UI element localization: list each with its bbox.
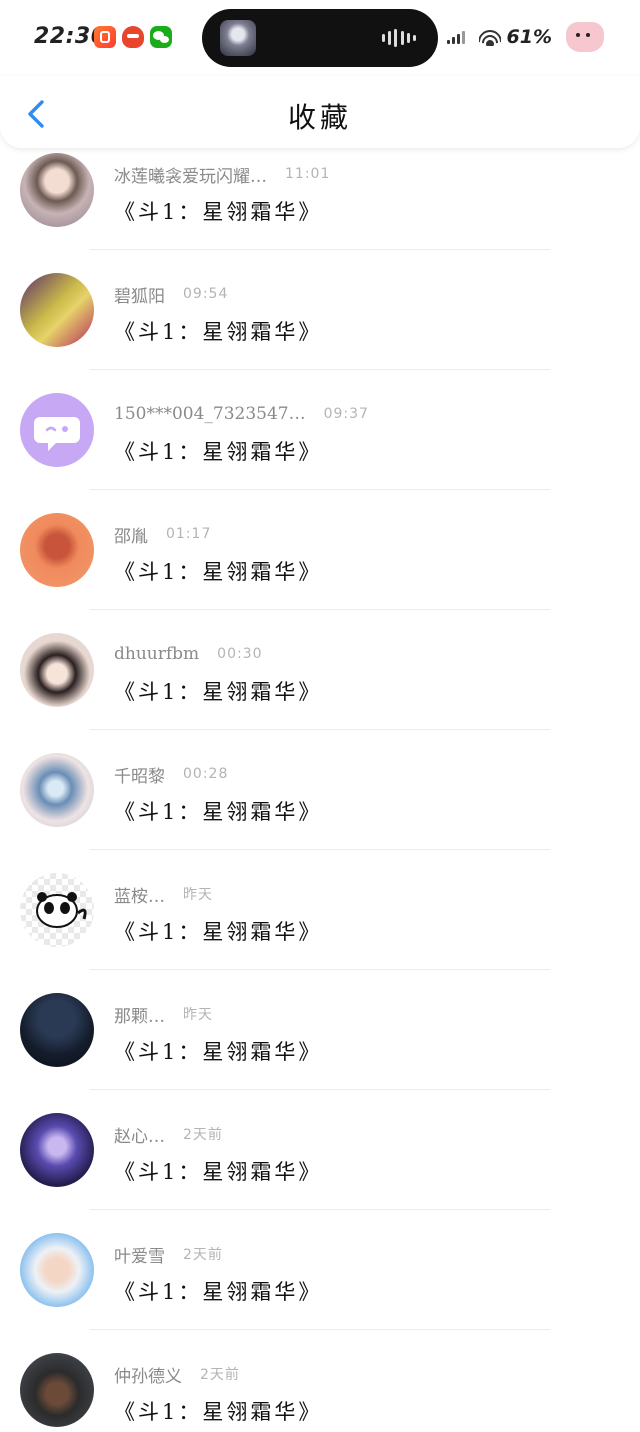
dynamic-island[interactable] xyxy=(202,9,438,67)
favorites-screen: 22:30 61% 收藏 冰莲曦衾爱玩闪耀… 11:01 《斗1：星翎霜华》 碧… xyxy=(0,0,640,1432)
avatar-night-sky[interactable] xyxy=(20,993,94,1067)
sender-name: 赵心… xyxy=(114,1126,165,1147)
avatar-anime-scene[interactable] xyxy=(20,273,94,347)
item-message: 《斗1：星翎霜华》 xyxy=(114,1400,323,1424)
avatar-chat-bubble-default[interactable] xyxy=(20,393,94,467)
list-item[interactable]: 蓝桉… 昨天 《斗1：星翎霜华》 xyxy=(0,850,640,970)
now-playing-artwork xyxy=(220,20,256,56)
item-message: 《斗1：星翎霜华》 xyxy=(114,920,323,944)
sender-name: 蓝桉… xyxy=(114,886,165,907)
wifi-icon xyxy=(478,28,501,46)
avatar-anime-girl[interactable] xyxy=(20,633,94,707)
item-meta: dhuurfbm 00:30 xyxy=(114,642,263,666)
item-meta: 冰莲曦衾爱玩闪耀… 11:01 xyxy=(114,162,331,187)
item-meta: 蓝桉… 昨天 xyxy=(114,882,213,907)
wechat-icon xyxy=(150,26,172,48)
item-message: 《斗1：星翎霜华》 xyxy=(114,680,323,704)
orange-app-icon xyxy=(94,26,116,48)
item-meta: 仲孙德义 2天前 xyxy=(114,1362,240,1387)
panda-icon xyxy=(36,892,87,928)
audio-wave-icon xyxy=(382,29,416,47)
item-meta: 150***004_7323547… 09:37 xyxy=(114,402,369,426)
sender-name: 那颗… xyxy=(114,1006,165,1027)
list-item[interactable]: 那颗… 昨天 《斗1：星翎霜华》 xyxy=(0,970,640,1090)
item-timestamp: 11:01 xyxy=(285,166,331,182)
sender-name: 邵胤 xyxy=(114,526,148,547)
list-item[interactable]: 碧狐阳 09:54 《斗1：星翎霜华》 xyxy=(0,250,640,370)
item-meta: 千昭黎 00:28 xyxy=(114,762,229,787)
item-message: 《斗1：星翎霜华》 xyxy=(114,560,323,584)
list-item[interactable]: dhuurfbm 00:30 《斗1：星翎霜华》 xyxy=(0,610,640,730)
page-title: 收藏 xyxy=(287,101,352,134)
sender-name: 150***004_7323547… xyxy=(114,404,306,424)
sender-name: dhuurfbm xyxy=(114,644,200,664)
nav-header: 收藏 xyxy=(0,76,640,148)
avatar-cartoon-figure[interactable] xyxy=(20,513,94,587)
item-message: 《斗1：星翎霜华》 xyxy=(114,1280,323,1304)
favorites-list: 冰莲曦衾爱玩闪耀… 11:01 《斗1：星翎霜华》 碧狐阳 09:54 《斗1：… xyxy=(0,130,640,1432)
red-app-icon xyxy=(122,26,144,48)
list-item[interactable]: 冰莲曦衾爱玩闪耀… 11:01 《斗1：星翎霜华》 xyxy=(0,130,640,250)
item-meta: 邵胤 01:17 xyxy=(114,522,212,547)
avatar-panda-sticker[interactable] xyxy=(20,873,94,947)
list-item[interactable]: 邵胤 01:17 《斗1：星翎霜华》 xyxy=(0,490,640,610)
item-timestamp: 2天前 xyxy=(183,1127,223,1143)
sender-name: 冰莲曦衾爱玩闪耀… xyxy=(114,166,267,187)
item-message: 《斗1：星翎霜华》 xyxy=(114,320,323,344)
status-bar: 22:30 61% xyxy=(0,0,640,76)
avatar-fantasy-eye[interactable] xyxy=(20,753,94,827)
item-timestamp: 2天前 xyxy=(183,1247,223,1263)
item-timestamp: 00:28 xyxy=(183,766,229,782)
item-message: 《斗1：星翎霜华》 xyxy=(114,200,323,224)
sender-name: 千昭黎 xyxy=(114,766,165,787)
list-item[interactable]: 千昭黎 00:28 《斗1：星翎霜华》 xyxy=(0,730,640,850)
item-timestamp: 昨天 xyxy=(183,887,213,903)
status-right-cluster: 61% xyxy=(446,22,604,52)
avatar-portrait-girl[interactable] xyxy=(20,153,94,227)
avatar-man-cap[interactable] xyxy=(20,1353,94,1427)
item-timestamp: 09:54 xyxy=(183,286,229,302)
sender-name: 碧狐阳 xyxy=(114,286,165,307)
sender-name: 叶爱雪 xyxy=(114,1246,165,1267)
list-item[interactable]: 仲孙德义 2天前 《斗1：星翎霜华》 xyxy=(0,1330,640,1432)
avatar-baby-photo[interactable] xyxy=(20,1233,94,1307)
item-message: 《斗1：星翎霜华》 xyxy=(114,440,323,464)
list-item[interactable]: 叶爱雪 2天前 《斗1：星翎霜华》 xyxy=(0,1210,640,1330)
item-timestamp: 09:37 xyxy=(323,406,369,422)
sender-name: 仲孙德义 xyxy=(114,1366,182,1387)
list-item[interactable]: 赵心… 2天前 《斗1：星翎霜华》 xyxy=(0,1090,640,1210)
avatar-fantasy-character[interactable] xyxy=(20,1113,94,1187)
item-message: 《斗1：星翎霜华》 xyxy=(114,1160,323,1184)
item-timestamp: 01:17 xyxy=(166,526,212,542)
item-meta: 叶爱雪 2天前 xyxy=(114,1242,223,1267)
battery-level: 61% xyxy=(506,26,552,48)
item-message: 《斗1：星翎霜华》 xyxy=(114,800,323,824)
list-item[interactable]: 150***004_7323547… 09:37 《斗1：星翎霜华》 xyxy=(0,370,640,490)
item-meta: 那颗… 昨天 xyxy=(114,1002,213,1027)
chat-bubble-icon xyxy=(34,417,80,451)
item-message: 《斗1：星翎霜华》 xyxy=(114,1040,323,1064)
item-timestamp: 2天前 xyxy=(200,1367,240,1383)
item-meta: 赵心… 2天前 xyxy=(114,1122,223,1147)
item-timestamp: 00:30 xyxy=(217,646,263,662)
mascot-icon xyxy=(566,22,604,52)
item-timestamp: 昨天 xyxy=(183,1007,213,1023)
signal-icon xyxy=(446,30,469,44)
item-meta: 碧狐阳 09:54 xyxy=(114,282,229,307)
